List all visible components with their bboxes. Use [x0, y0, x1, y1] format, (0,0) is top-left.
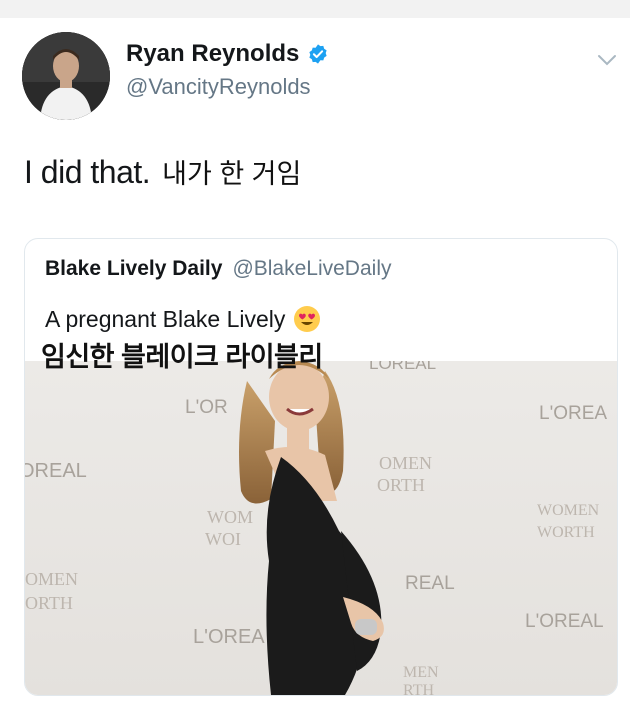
svg-text:MEN: MEN	[403, 664, 439, 681]
author-name[interactable]: Ryan Reynolds	[126, 40, 299, 68]
svg-text:WOMEN: WOMEN	[537, 502, 600, 519]
quoted-tweet-header: Blake Lively Daily @BlakeLiveDaily	[45, 257, 392, 281]
quoted-tweet-text: A pregnant Blake Lively	[45, 305, 321, 333]
svg-text:WORTH: WORTH	[537, 524, 595, 541]
quoted-tweet-card[interactable]: Blake Lively Daily @BlakeLiveDaily A pre…	[24, 238, 618, 696]
svg-text:LOREAL: LOREAL	[369, 361, 436, 373]
svg-text:REAL: REAL	[405, 573, 455, 594]
svg-text:OMEN: OMEN	[25, 569, 78, 589]
svg-text:L'OR: L'OR	[185, 397, 228, 418]
heart-eyes-emoji-icon	[294, 306, 321, 332]
svg-text:OREAL: OREAL	[25, 460, 87, 482]
svg-text:L'OREAL: L'OREAL	[525, 611, 604, 632]
svg-text:OMEN: OMEN	[379, 453, 432, 473]
quoted-author-name[interactable]: Blake Lively Daily	[45, 257, 222, 281]
tweet-body: I did that.	[24, 154, 151, 190]
svg-text:WOI: WOI	[205, 529, 241, 549]
svg-text:WOM: WOM	[207, 507, 253, 527]
quoted-korean-caption: 임신한 블레이크 라이블리	[41, 342, 323, 372]
tweet-text: I did that. 내가 한 거임	[24, 152, 301, 191]
svg-text:L'OREA: L'OREA	[193, 626, 265, 648]
svg-text:ORTH: ORTH	[25, 593, 73, 613]
author-name-row: Ryan Reynolds	[126, 40, 329, 68]
quoted-author-handle[interactable]: @BlakeLiveDaily	[232, 257, 391, 281]
top-status-band	[0, 0, 630, 18]
tweet-korean-caption: 내가 한 거임	[162, 159, 302, 189]
chevron-down-icon[interactable]	[596, 52, 618, 68]
verified-badge-icon	[309, 44, 328, 64]
quoted-tweet-body: A pregnant Blake Lively	[45, 305, 286, 332]
event-photo[interactable]: LOREAL L'OR L'OREA OREAL L'OREA REAL L'O…	[25, 361, 617, 695]
author-avatar[interactable]	[22, 32, 110, 120]
svg-text:L'OREA: L'OREA	[539, 403, 607, 424]
svg-text:RTH: RTH	[403, 682, 434, 695]
svg-text:ORTH: ORTH	[377, 475, 425, 495]
author-handle[interactable]: @VancityReynolds	[126, 74, 311, 100]
